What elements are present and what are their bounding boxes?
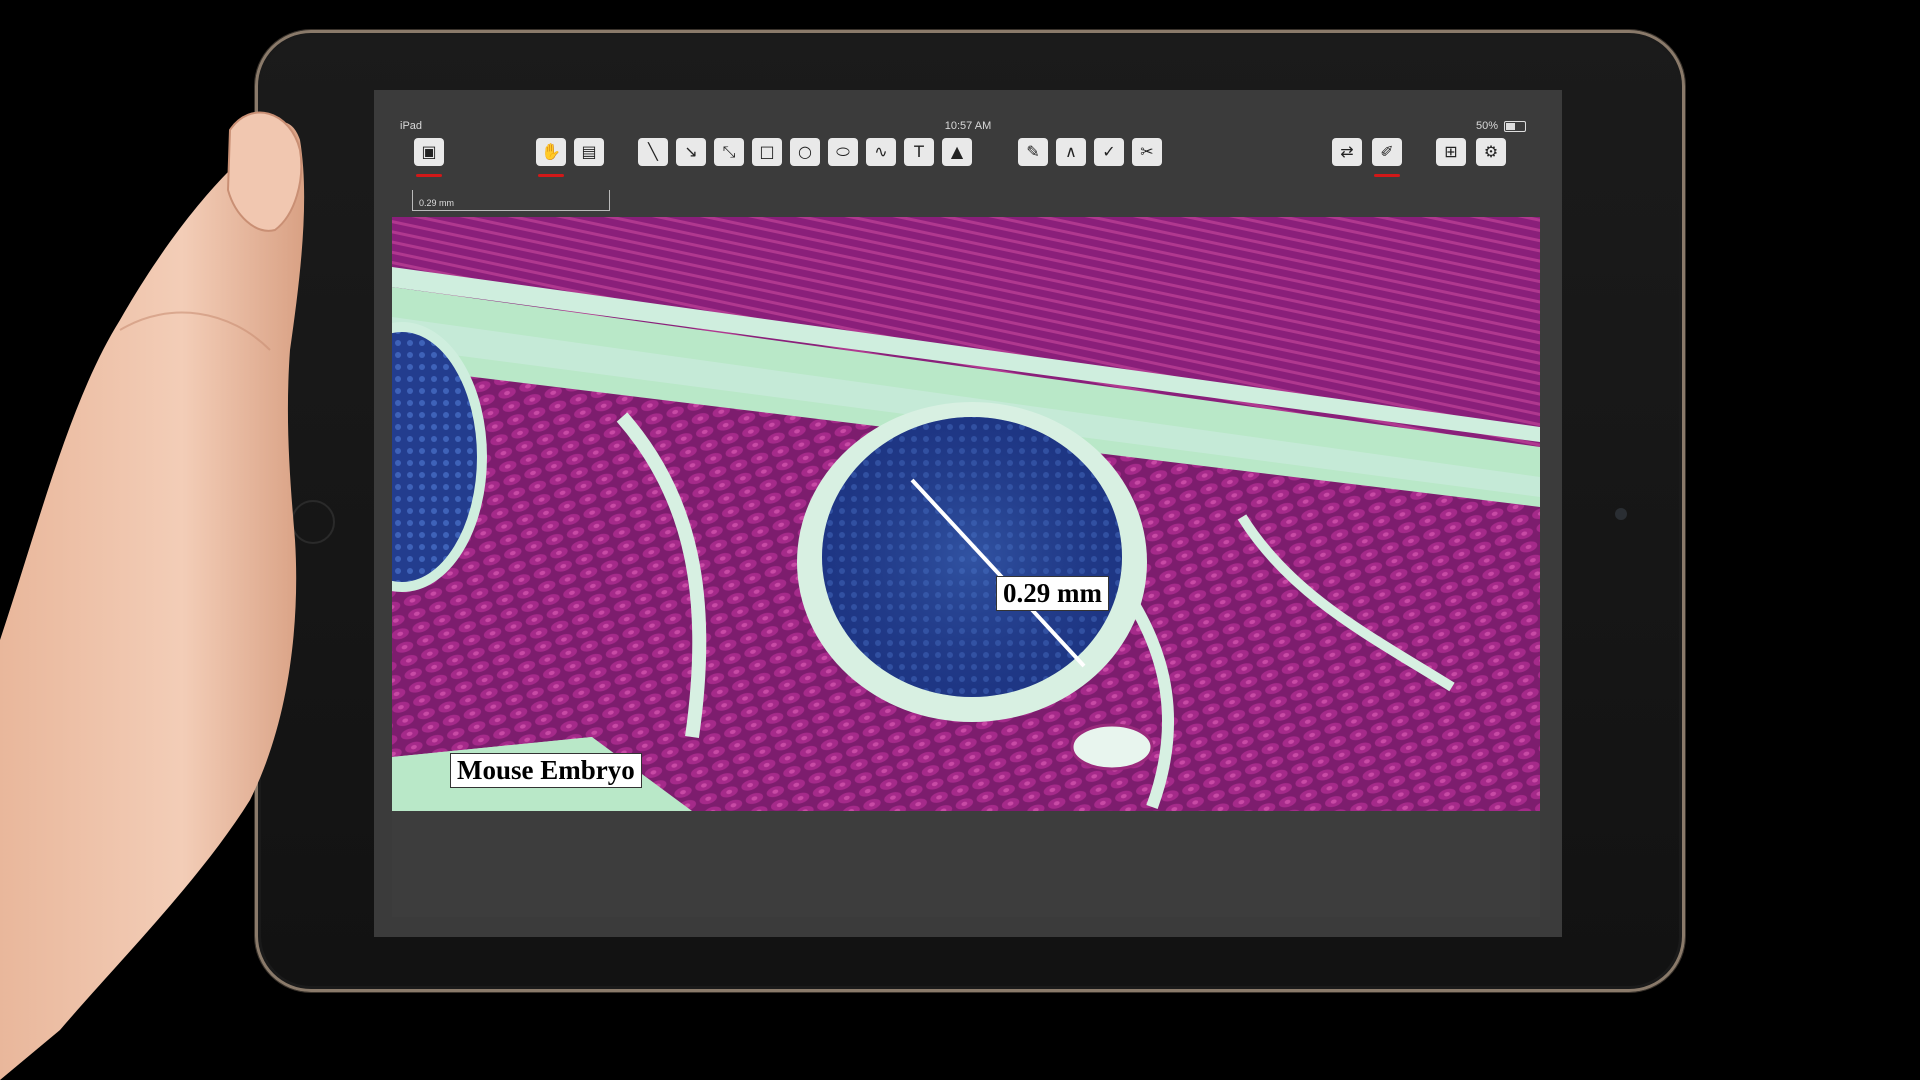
image-caption[interactable]: Mouse Embryo [450, 753, 642, 788]
angle-tool-button[interactable]: ∧ [1056, 138, 1086, 166]
battery-fill [1506, 122, 1515, 130]
dimension-line-icon: ⤡ [722, 142, 736, 161]
scale-bar-label: 0.29 mm [419, 198, 455, 208]
rectangle-tool-button[interactable]: □ [752, 138, 782, 166]
dimension-line-tool-button[interactable]: ⤡ [714, 138, 744, 166]
home-button[interactable] [291, 500, 335, 544]
active-indicator [538, 174, 564, 177]
edit-note-icon: ✐ [1380, 142, 1394, 161]
measurement-label[interactable]: 0.29 mm [996, 576, 1109, 611]
microscope-image[interactable]: 0.29 mm Mouse Embryo [392, 217, 1540, 811]
tissue-image [392, 217, 1540, 811]
arrow-line-icon: ↘ [684, 142, 698, 161]
circle-icon: ○ [798, 142, 812, 161]
ellipse-icon: ⬭ [836, 142, 850, 161]
rectangle-icon: □ [759, 142, 775, 161]
battery-status: 50% [1476, 120, 1526, 132]
status-time: 10:57 AM [944, 120, 992, 132]
hand-pan-icon: ✋ [541, 142, 561, 161]
battery-percent: 50% [1475, 120, 1498, 132]
status-bar: iPad 10:57 AM 50% [374, 90, 1562, 132]
toolbar: ▣ ✋ ▤ ╲ ↘ ⤡ □ ○ ⬭ ∿ T ▲ ✎ ∧ ✓ ✂ ⇄ ✐ ⊞ ⚙ [374, 138, 1562, 182]
hand-pan-tool-button[interactable]: ✋ [536, 138, 566, 177]
arrow-line-tool-button[interactable]: ↘ [676, 138, 706, 166]
line-tool-button[interactable]: ╲ [638, 138, 668, 166]
adjust-icon: ⇄ [1340, 142, 1354, 161]
freehand-tool-button[interactable]: ∿ [866, 138, 896, 166]
cut-tool-button[interactable]: ✂ [1132, 138, 1162, 166]
image-stamp-icon: ▲ [950, 142, 964, 161]
pen-icon: ✎ [1026, 142, 1040, 161]
adjust-tool-button[interactable]: ⇄ [1332, 138, 1362, 166]
active-indicator [1374, 174, 1400, 177]
scale-bar: 0.29 mm [412, 190, 610, 211]
app-screen: iPad 10:57 AM 50% ▣ ✋ ▤ ╲ ↘ ⤡ □ ○ ⬭ ∿ T ▲ ✎ ∧ ✓ ✂ ⇄ ✐ ⊞ ⚙ 0… [374, 90, 1562, 937]
grid-tool-button[interactable]: ⊞ [1436, 138, 1466, 166]
active-indicator [416, 174, 442, 177]
check-tool-button[interactable]: ✓ [1094, 138, 1124, 166]
check-icon: ✓ [1102, 142, 1116, 161]
battery-icon [1504, 120, 1526, 132]
clipboard-icon: ▤ [581, 142, 597, 161]
text-box-icon: T [914, 142, 924, 161]
grid-icon: ⊞ [1444, 142, 1458, 161]
settings-tool-button[interactable]: ⚙ [1476, 138, 1506, 166]
text-box-tool-button[interactable]: T [904, 138, 934, 166]
settings-icon: ⚙ [1483, 142, 1499, 161]
clipboard-tool-button[interactable]: ▤ [574, 138, 604, 166]
image-stamp-tool-button[interactable]: ▲ [942, 138, 972, 166]
camera-icon [1615, 508, 1627, 520]
ellipse-tool-button[interactable]: ⬭ [828, 138, 858, 166]
edit-note-tool-button[interactable]: ✐ [1372, 138, 1402, 177]
line-icon: ╲ [648, 142, 658, 161]
pen-tool-button[interactable]: ✎ [1018, 138, 1048, 166]
image-icon: ▣ [421, 142, 437, 161]
circle-tool-button[interactable]: ○ [790, 138, 820, 166]
bottom-panel [392, 811, 1540, 917]
angle-icon: ∧ [1065, 142, 1077, 161]
freehand-icon: ∿ [874, 142, 888, 161]
image-tool-button[interactable]: ▣ [414, 138, 444, 177]
cut-icon: ✂ [1140, 142, 1154, 161]
